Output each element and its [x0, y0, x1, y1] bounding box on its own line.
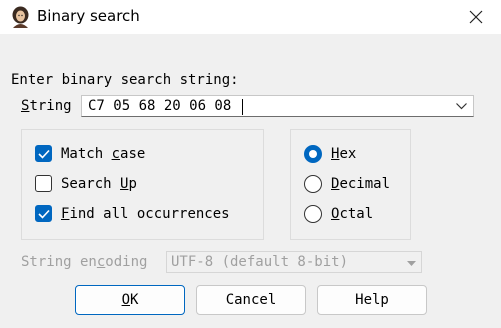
help-button-label: Help [355, 292, 389, 308]
chevron-down-icon[interactable] [456, 103, 467, 110]
string-encoding-value: UTF-8 (default 8-bit) [171, 254, 349, 270]
checkbox-unchecked-icon[interactable] [35, 175, 52, 192]
string-label-rest: tring [29, 98, 72, 114]
search-prompt: Enter binary search string: [11, 72, 239, 88]
checkbox-checked-icon[interactable] [35, 205, 52, 222]
hex-label: Hex [331, 146, 357, 162]
ok-button-label: OK [121, 292, 139, 308]
portrait-icon [12, 6, 29, 28]
dropdown-arrow-icon [407, 261, 416, 266]
text-caret [242, 99, 243, 115]
cancel-button[interactable]: Cancel [196, 285, 306, 315]
cancel-button-label: Cancel [225, 292, 277, 308]
match-case-checkbox[interactable]: Match case [35, 145, 145, 162]
find-all-occurrences-label: Find all occurrences [61, 205, 230, 222]
search-string-combobox[interactable]: C7 05 68 20 06 08 [81, 95, 474, 117]
radio-unselected-icon[interactable] [304, 205, 322, 223]
close-icon [469, 10, 483, 24]
match-case-label: Match case [61, 145, 146, 162]
string-label: String [21, 98, 72, 114]
checkbox-checked-icon[interactable] [35, 145, 52, 162]
find-all-occurrences-checkbox[interactable]: Find all occurrences [35, 205, 230, 222]
decimal-radio[interactable]: Decimal [304, 175, 390, 193]
title-bar: Binary search [0, 0, 501, 34]
radio-selected-icon[interactable] [304, 145, 322, 163]
decimal-label: Decimal [331, 176, 391, 192]
close-button[interactable] [458, 3, 494, 31]
window-title: Binary search [37, 7, 140, 25]
search-string-input[interactable]: C7 05 68 20 06 08 [88, 98, 231, 114]
octal-label: Octal [331, 206, 374, 222]
ok-button[interactable]: OK [75, 285, 185, 315]
search-up-label: Search Up [61, 175, 137, 192]
hex-radio[interactable]: Hex [304, 145, 356, 163]
radio-unselected-icon[interactable] [304, 175, 322, 193]
help-button[interactable]: Help [317, 285, 427, 315]
dialog-body: Enter binary search string: String C7 05… [0, 34, 501, 328]
string-encoding-label: String encoding [21, 254, 148, 270]
octal-radio[interactable]: Octal [304, 205, 373, 223]
search-up-checkbox[interactable]: Search Up [35, 175, 137, 192]
string-encoding-select: UTF-8 (default 8-bit) [166, 251, 422, 273]
